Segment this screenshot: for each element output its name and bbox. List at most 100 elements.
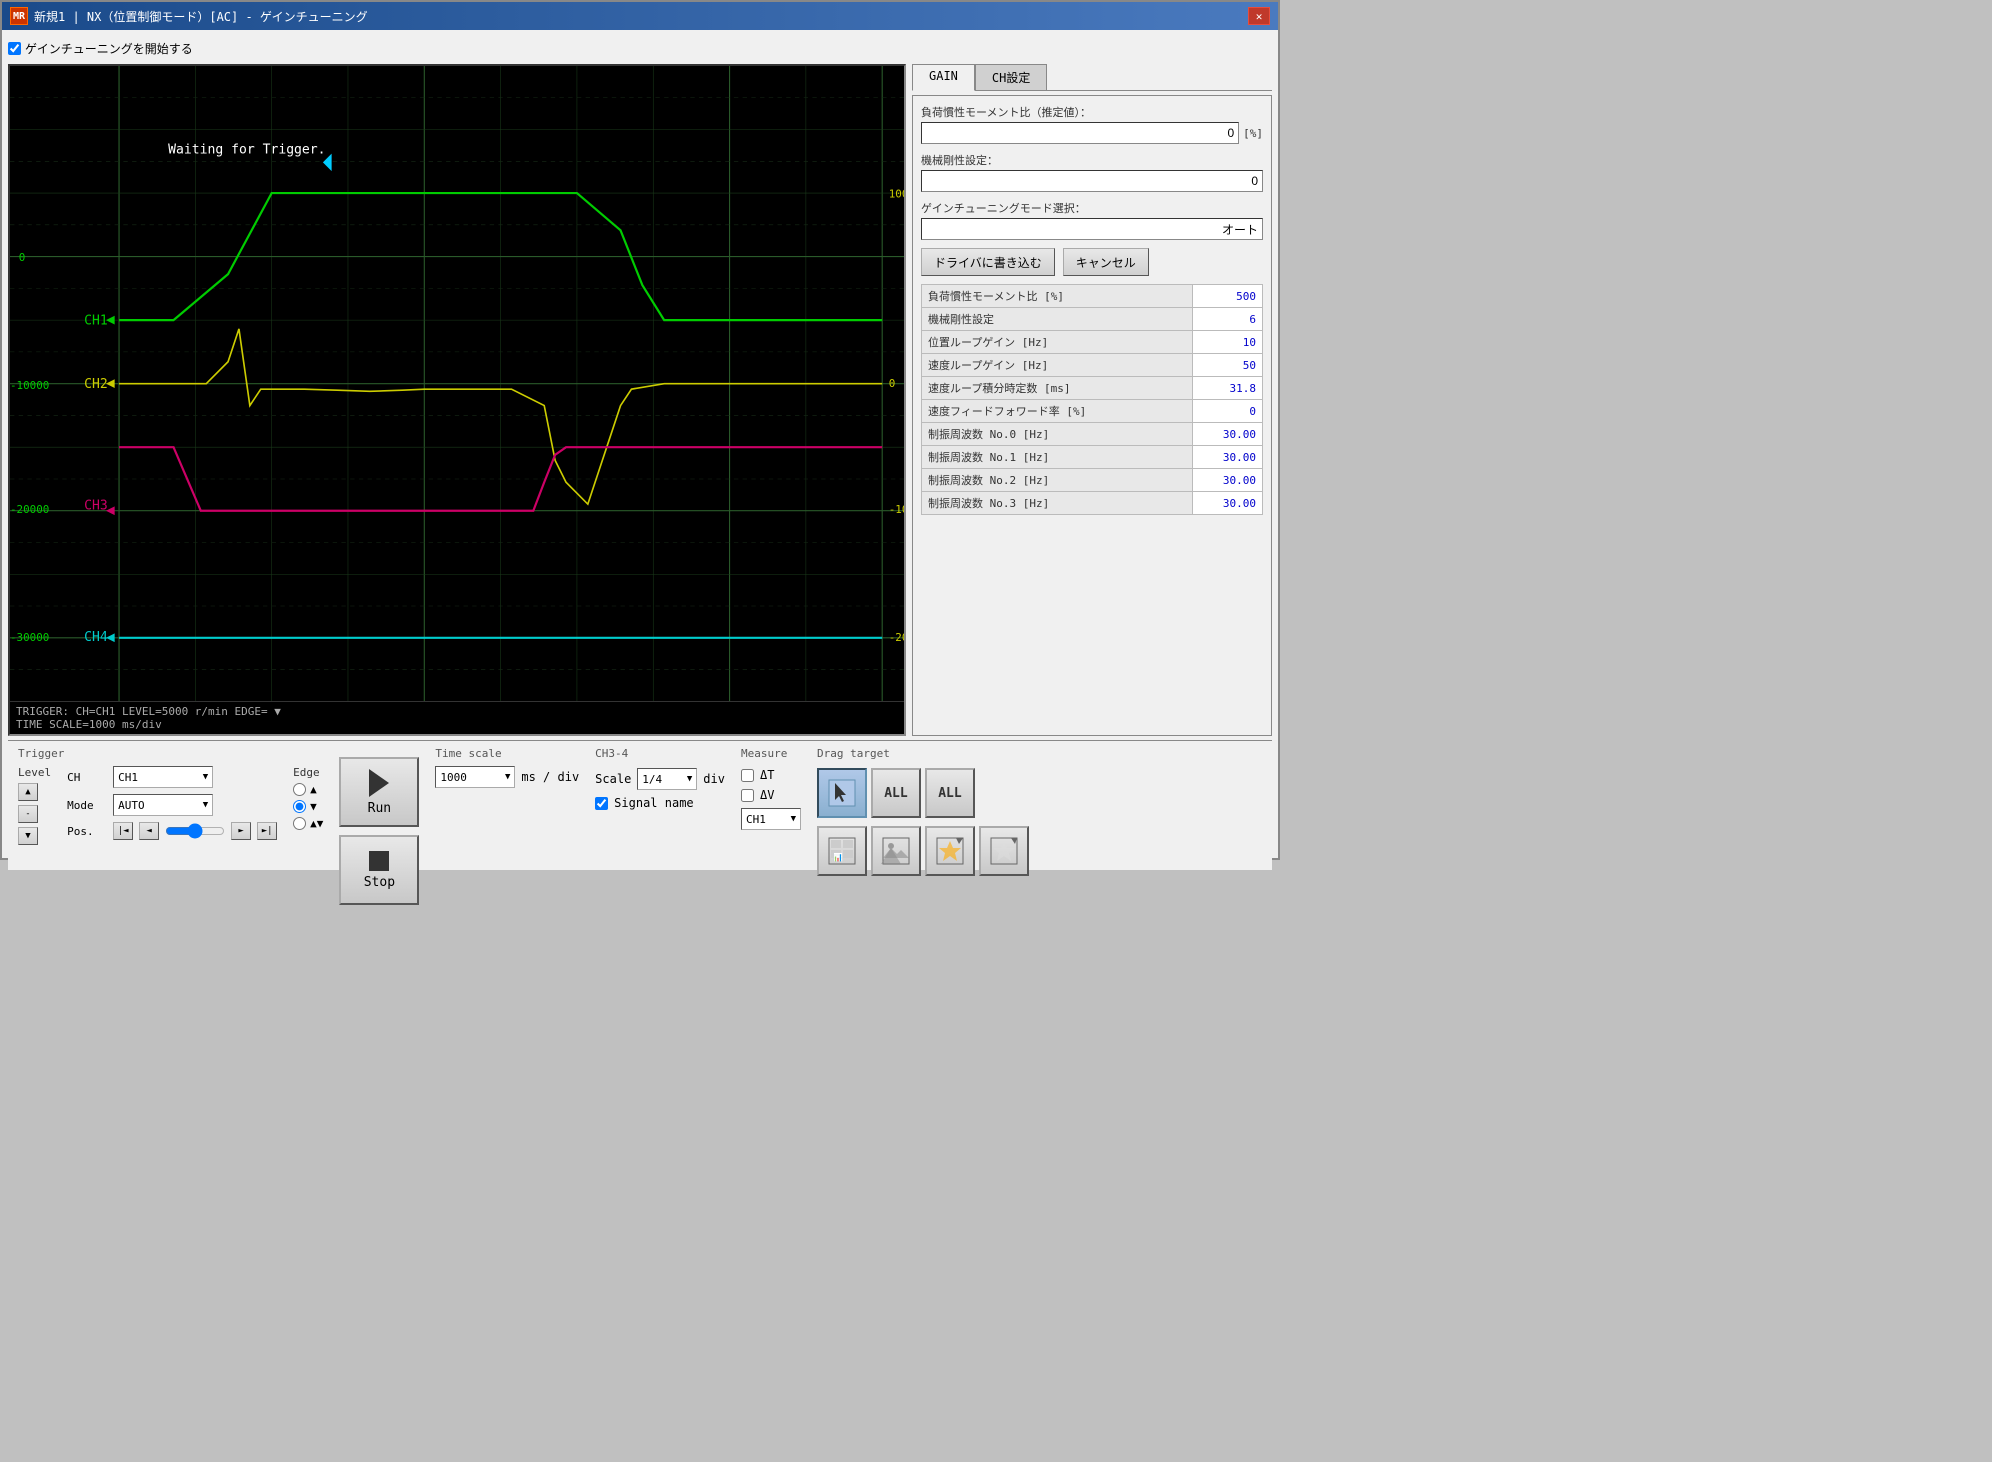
ch3-label: CH3 — [84, 499, 108, 514]
svg-text:-10000: -10000 — [10, 379, 49, 392]
write-btn[interactable]: ドライバに書き込む — [921, 248, 1055, 276]
svg-text:0: 0 — [19, 251, 26, 264]
edge-both-label: ▲▼ — [310, 817, 323, 830]
table-row: 制振周波数 No.1 [Hz] 30.00 — [922, 446, 1263, 469]
ch34-section: CH3-4 Scale 1/4 ▼ div Signal name — [595, 747, 725, 810]
scale-arrow: ▼ — [687, 774, 692, 784]
table-row: 速度フィードフォワード率 [%] 0 — [922, 400, 1263, 423]
tuning-mode-input[interactable] — [921, 218, 1263, 240]
edge-label: Edge — [293, 766, 323, 779]
level-mid-btn[interactable]: - — [18, 805, 38, 823]
scale-combo[interactable]: 1/4 ▼ — [637, 768, 697, 790]
svg-text:-10000: -10000 — [889, 503, 904, 516]
run-btn[interactable]: Run — [339, 757, 419, 827]
level-up-btn[interactable]: ▲ — [18, 783, 38, 801]
export-table-icon: 📊 — [827, 836, 857, 866]
ch2-label: CH2 — [84, 377, 108, 392]
export-save-btn[interactable] — [979, 826, 1029, 876]
app-icon: MR — [10, 7, 28, 25]
export-image-icon — [881, 836, 911, 866]
trigger-mode-row: Mode AUTO ▼ — [67, 794, 277, 816]
inertia-input[interactable] — [921, 122, 1239, 144]
edge-down-radio[interactable] — [293, 800, 306, 813]
time-scale-title: Time scale — [435, 747, 579, 760]
delta-t-checkbox[interactable] — [741, 769, 754, 782]
tab-bar: GAIN CH設定 — [912, 64, 1272, 91]
table-cell-value: 10 — [1193, 331, 1263, 354]
mode-label: Mode — [67, 799, 107, 812]
svg-text:-20000: -20000 — [889, 631, 904, 644]
title-bar: MR 新規1 | NX（位置制御モード）[AC] - ゲインチューニング ✕ — [2, 2, 1278, 30]
export-table-btn[interactable]: 📊 — [817, 826, 867, 876]
ch4-label: CH4 — [84, 630, 108, 645]
table-cell-label: 制振周波数 No.0 [Hz] — [922, 423, 1193, 446]
pos-right-btn[interactable]: ►| — [257, 822, 277, 840]
title-bar-left: MR 新規1 | NX（位置制御モード）[AC] - ゲインチューニング — [10, 7, 368, 25]
signal-name-checkbox[interactable] — [595, 797, 608, 810]
cursor-icon — [827, 778, 857, 808]
table-cell-label: 位置ループゲイン [Hz] — [922, 331, 1193, 354]
gain-tuning-checkbox[interactable] — [8, 42, 21, 55]
inertia-unit: [%] — [1243, 127, 1263, 140]
export-image-btn[interactable] — [871, 826, 921, 876]
edge-up-radio[interactable] — [293, 783, 306, 796]
trigger-inner: Level ▲ - ▼ CH CH1 ▼ — [18, 766, 323, 845]
table-row: 速度ループゲイン [Hz] 50 — [922, 354, 1263, 377]
delta-v-label: ΔV — [760, 788, 774, 802]
edge-both-item: ▲▼ — [293, 817, 323, 830]
table-cell-value: 0 — [1193, 400, 1263, 423]
rigidity-row: 機械剛性設定： — [921, 152, 1263, 192]
bottom-area: Trigger Level ▲ - ▼ CH — [8, 740, 1272, 870]
edge-down-label: ▼ — [310, 800, 317, 813]
trigger-level-col: Level ▲ - ▼ — [18, 766, 51, 845]
ch-combo-arrow: ▼ — [203, 772, 208, 782]
edge-col: Edge ▲ ▼ ▲▼ — [293, 766, 323, 845]
tuning-mode-row: ゲインチューニングモード選択： — [921, 200, 1263, 240]
cancel-btn[interactable]: キャンセル — [1063, 248, 1149, 276]
div-label: div — [703, 772, 725, 786]
tuning-mode-input-row — [921, 218, 1263, 240]
mode-combo[interactable]: AUTO ▼ — [113, 794, 213, 816]
table-cell-label: 速度ループ積分時定数 [ms] — [922, 377, 1193, 400]
time-scale-section: Time scale 1000 ▼ ms / div — [435, 747, 579, 788]
pos-next-btn[interactable]: ► — [231, 822, 251, 840]
level-down-btn[interactable]: ▼ — [18, 827, 38, 845]
drag-btns-row1: ALL ALL — [817, 768, 1262, 818]
ch-combo[interactable]: CH1 ▼ — [113, 766, 213, 788]
time-scale-combo[interactable]: 1000 ▼ — [435, 766, 515, 788]
drag-all-btn2[interactable]: ALL — [925, 768, 975, 818]
table-row: 制振周波数 No.2 [Hz] 30.00 — [922, 469, 1263, 492]
table-cell-value: 30.00 — [1193, 469, 1263, 492]
table-cell-label: 速度フィードフォワード率 [%] — [922, 400, 1193, 423]
run-stop-section: Run Stop — [339, 747, 419, 905]
export-star-btn[interactable] — [925, 826, 975, 876]
rigidity-input[interactable] — [921, 170, 1263, 192]
gain-tuning-checkbox-label[interactable]: ゲインチューニングを開始する — [8, 40, 193, 57]
edge-both-radio[interactable] — [293, 817, 306, 830]
drag-all-btn1[interactable]: ALL — [871, 768, 921, 818]
time-scale-arrow: ▼ — [505, 772, 510, 782]
measure-ch-combo[interactable]: CH1 ▼ — [741, 808, 801, 830]
pos-prev-btn[interactable]: ◄ — [139, 822, 159, 840]
level-controls: ▲ - ▼ — [18, 783, 51, 845]
table-row: 制振周波数 No.3 [Hz] 30.00 — [922, 492, 1263, 515]
drag-title: Drag target — [817, 747, 1262, 760]
svg-text:-20000: -20000 — [10, 503, 49, 516]
ch34-scale-row: Scale 1/4 ▼ div — [595, 768, 725, 790]
signal-name-row: Signal name — [595, 796, 725, 810]
delta-v-checkbox[interactable] — [741, 789, 754, 802]
rigidity-input-row — [921, 170, 1263, 192]
drag-cursor-btn[interactable] — [817, 768, 867, 818]
stop-btn[interactable]: Stop — [339, 835, 419, 905]
tab-gain[interactable]: GAIN — [912, 64, 975, 91]
close-button[interactable]: ✕ — [1248, 7, 1270, 25]
pos-slider[interactable] — [165, 823, 225, 839]
all-label2: ALL — [938, 786, 961, 801]
table-cell-value: 500 — [1193, 285, 1263, 308]
pos-left-btn[interactable]: |◄ — [113, 822, 133, 840]
measure-title: Measure — [741, 747, 801, 760]
tab-ch-settings[interactable]: CH設定 — [975, 64, 1047, 90]
table-cell-value: 30.00 — [1193, 446, 1263, 469]
inertia-row: 負荷慣性モーメント比（推定値）： [%] — [921, 104, 1263, 144]
table-cell-value: 30.00 — [1193, 423, 1263, 446]
